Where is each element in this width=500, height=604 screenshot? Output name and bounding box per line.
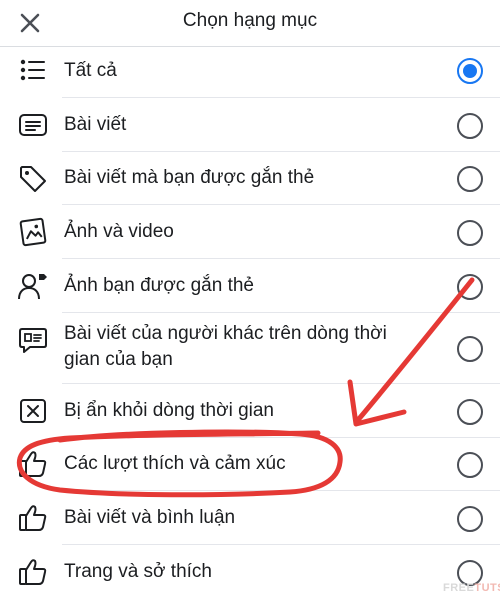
tag-icon: [16, 162, 50, 196]
category-picker-screen: Chọn hạng mục Tất cả Bài viết Bài viết m…: [0, 0, 500, 604]
radio-button[interactable]: [457, 220, 483, 246]
category-label: Bài viết mà bạn được gắn thẻ: [64, 167, 315, 188]
category-row-tagged-photos[interactable]: Ảnh bạn được gắn thẻ: [0, 259, 500, 313]
category-label: Bài viết của người khác trên dòng thời g…: [64, 321, 430, 373]
category-label-line-2: gian của bạn: [64, 349, 173, 370]
person-tag-icon: [16, 269, 50, 303]
radio-button[interactable]: [457, 274, 483, 300]
category-row-hidden[interactable]: Bị ẩn khỏi dòng thời gian: [0, 384, 500, 438]
page-title: Chọn hạng mục: [182, 10, 318, 31]
hidden-box-icon: [16, 394, 50, 428]
radio-button[interactable]: [457, 399, 483, 425]
category-row-posts[interactable]: Bài viết: [0, 98, 500, 152]
category-label: Bài viết và bình luận: [64, 507, 236, 528]
radio-button[interactable]: [457, 336, 483, 362]
id-card-icon: [16, 322, 50, 356]
category-label: Tất cả: [64, 60, 117, 81]
radio-button-selected[interactable]: [457, 58, 483, 84]
thumb-up-icon: [16, 555, 50, 589]
watermark-part-2: TUTS: [474, 582, 500, 594]
category-label: Trang và sở thích: [64, 561, 212, 582]
category-label: Bài viết: [64, 114, 127, 135]
category-row-others-posts[interactable]: Bài viết của người khác trên dòng thời g…: [0, 313, 500, 384]
category-row-tagged-posts[interactable]: Bài viết mà bạn được gắn thẻ: [0, 152, 500, 205]
watermark: FREETUTS: [443, 582, 500, 594]
photo-icon: [16, 215, 50, 249]
radio-button[interactable]: [457, 506, 483, 532]
radio-button[interactable]: [457, 166, 483, 192]
category-label: Các lượt thích và cảm xúc: [64, 453, 286, 474]
category-list: Tất cả Bài viết Bài viết mà bạn được gắn…: [0, 46, 500, 601]
header: Chọn hạng mục: [0, 0, 500, 47]
category-label: Ảnh và video: [64, 221, 174, 242]
category-row-likes-reactions[interactable]: Các lượt thích và cảm xúc: [0, 438, 500, 491]
category-row-all[interactable]: Tất cả: [0, 46, 500, 98]
category-label: Ảnh bạn được gắn thẻ: [64, 275, 254, 296]
post-icon: [16, 108, 50, 142]
category-row-posts-comments[interactable]: Bài viết và bình luận: [0, 491, 500, 545]
watermark-part-1: FREE: [443, 582, 475, 594]
category-row-photos-videos[interactable]: Ảnh và video: [0, 205, 500, 259]
category-label-line-1: Bài viết của người khác trên dòng thời: [64, 323, 387, 344]
radio-button[interactable]: [457, 113, 483, 139]
category-label: Bị ẩn khỏi dòng thời gian: [64, 400, 274, 421]
radio-button[interactable]: [457, 452, 483, 478]
category-row-pages-interests[interactable]: Trang và sở thích: [0, 545, 500, 601]
thumb-up-icon: [16, 447, 50, 481]
thumb-up-icon: [16, 501, 50, 535]
list-icon: [16, 53, 50, 87]
